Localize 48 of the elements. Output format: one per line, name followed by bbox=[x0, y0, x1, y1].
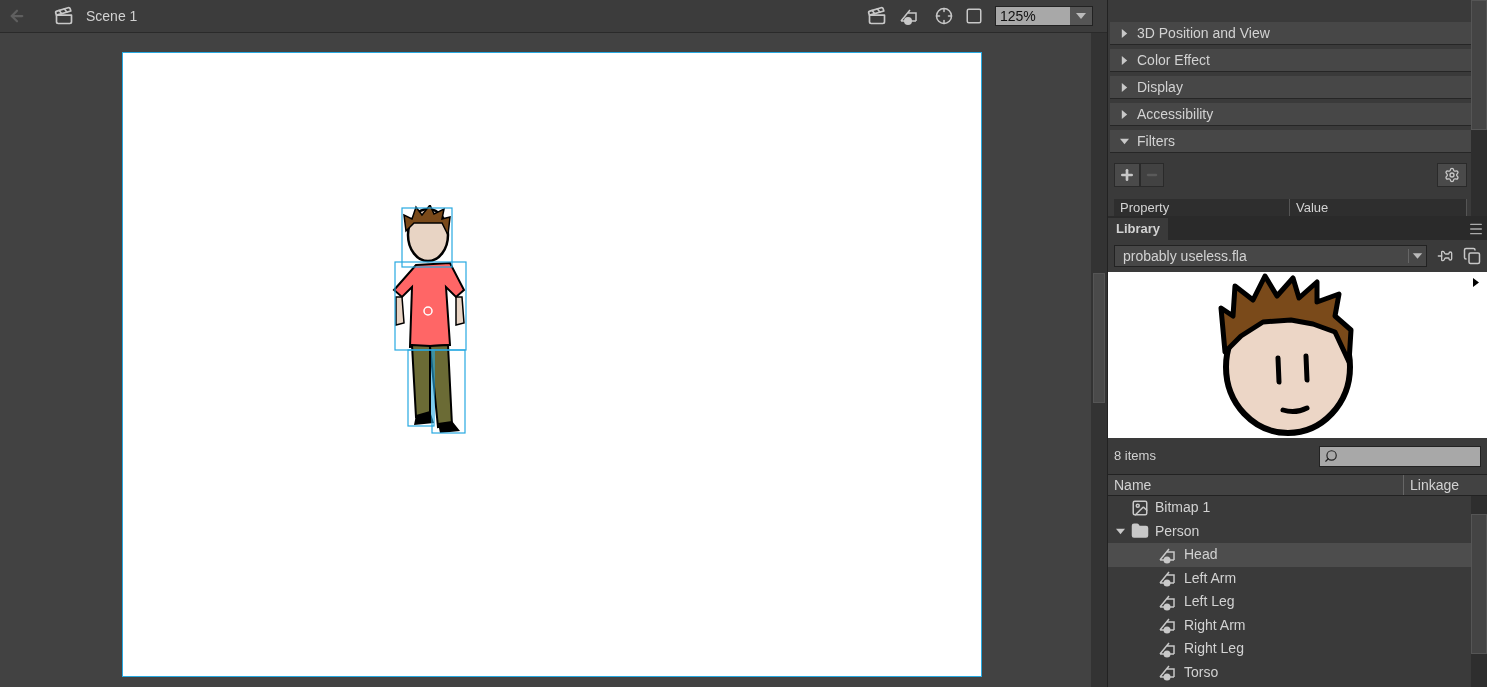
document-dropdown[interactable]: probably useless.fla bbox=[1114, 245, 1427, 267]
library-item[interactable]: Bitmap 1 bbox=[1108, 496, 1471, 520]
section-header[interactable]: Color Effect bbox=[1110, 49, 1471, 72]
crosshair-icon[interactable] bbox=[935, 7, 953, 25]
filter-options-button[interactable] bbox=[1437, 163, 1467, 187]
new-window-icon[interactable] bbox=[1463, 247, 1481, 265]
library-item[interactable]: Torso bbox=[1108, 660, 1471, 684]
library-item[interactable]: Right Arm bbox=[1108, 613, 1471, 637]
plus-icon bbox=[1119, 167, 1135, 183]
library-item[interactable]: Head bbox=[1108, 543, 1471, 567]
library-item[interactable]: Right Leg bbox=[1108, 637, 1471, 661]
add-filter-button[interactable] bbox=[1114, 163, 1140, 187]
vertical-scrollbar[interactable] bbox=[1091, 33, 1107, 687]
scene-name: Scene 1 bbox=[86, 6, 138, 26]
section-header[interactable]: Accessibility bbox=[1110, 103, 1471, 126]
collapse-triangle-icon[interactable] bbox=[1120, 136, 1129, 146]
settings-icon bbox=[1444, 167, 1460, 183]
library-tab[interactable]: Library bbox=[1108, 218, 1169, 240]
section-header[interactable]: Filters bbox=[1110, 130, 1471, 153]
expand-triangle-icon[interactable] bbox=[1120, 28, 1129, 38]
expand-toggle[interactable] bbox=[1116, 526, 1125, 536]
pin-icon[interactable] bbox=[1437, 248, 1453, 264]
symbol-icon bbox=[1158, 569, 1178, 588]
library-item[interactable]: Left Arm bbox=[1108, 566, 1471, 590]
panel-scrollbar[interactable] bbox=[1471, 0, 1487, 216]
folder-icon bbox=[1131, 522, 1149, 541]
list-scrollbar[interactable] bbox=[1471, 496, 1487, 687]
library-item[interactable]: Person bbox=[1108, 519, 1471, 543]
panel-menu-icon[interactable] bbox=[1468, 221, 1484, 237]
zoom-field[interactable]: 125% bbox=[995, 6, 1093, 26]
expand-triangle-icon[interactable] bbox=[1120, 55, 1129, 65]
scene-icon[interactable] bbox=[54, 6, 74, 26]
column-header[interactable]: Name bbox=[1108, 475, 1403, 495]
expand-triangle-icon[interactable] bbox=[1120, 109, 1129, 119]
symbol-icon bbox=[1158, 616, 1178, 635]
search-icon bbox=[1324, 449, 1338, 463]
expand-triangle-icon[interactable] bbox=[1120, 82, 1129, 92]
symbol-icon bbox=[1158, 663, 1178, 682]
play-icon[interactable] bbox=[1473, 278, 1479, 287]
column-header[interactable]: Linkage bbox=[1403, 475, 1487, 495]
search-field[interactable] bbox=[1319, 445, 1481, 467]
image-icon bbox=[1131, 498, 1149, 517]
dropdown-caret-icon[interactable] bbox=[1070, 7, 1092, 25]
library-item[interactable]: Left Leg bbox=[1108, 590, 1471, 614]
scene-menu-icon[interactable] bbox=[867, 6, 887, 26]
section-header[interactable]: Display bbox=[1110, 76, 1471, 99]
item-count: 8 items bbox=[1114, 447, 1157, 466]
section-header[interactable]: 3D Position and View bbox=[1110, 22, 1471, 45]
